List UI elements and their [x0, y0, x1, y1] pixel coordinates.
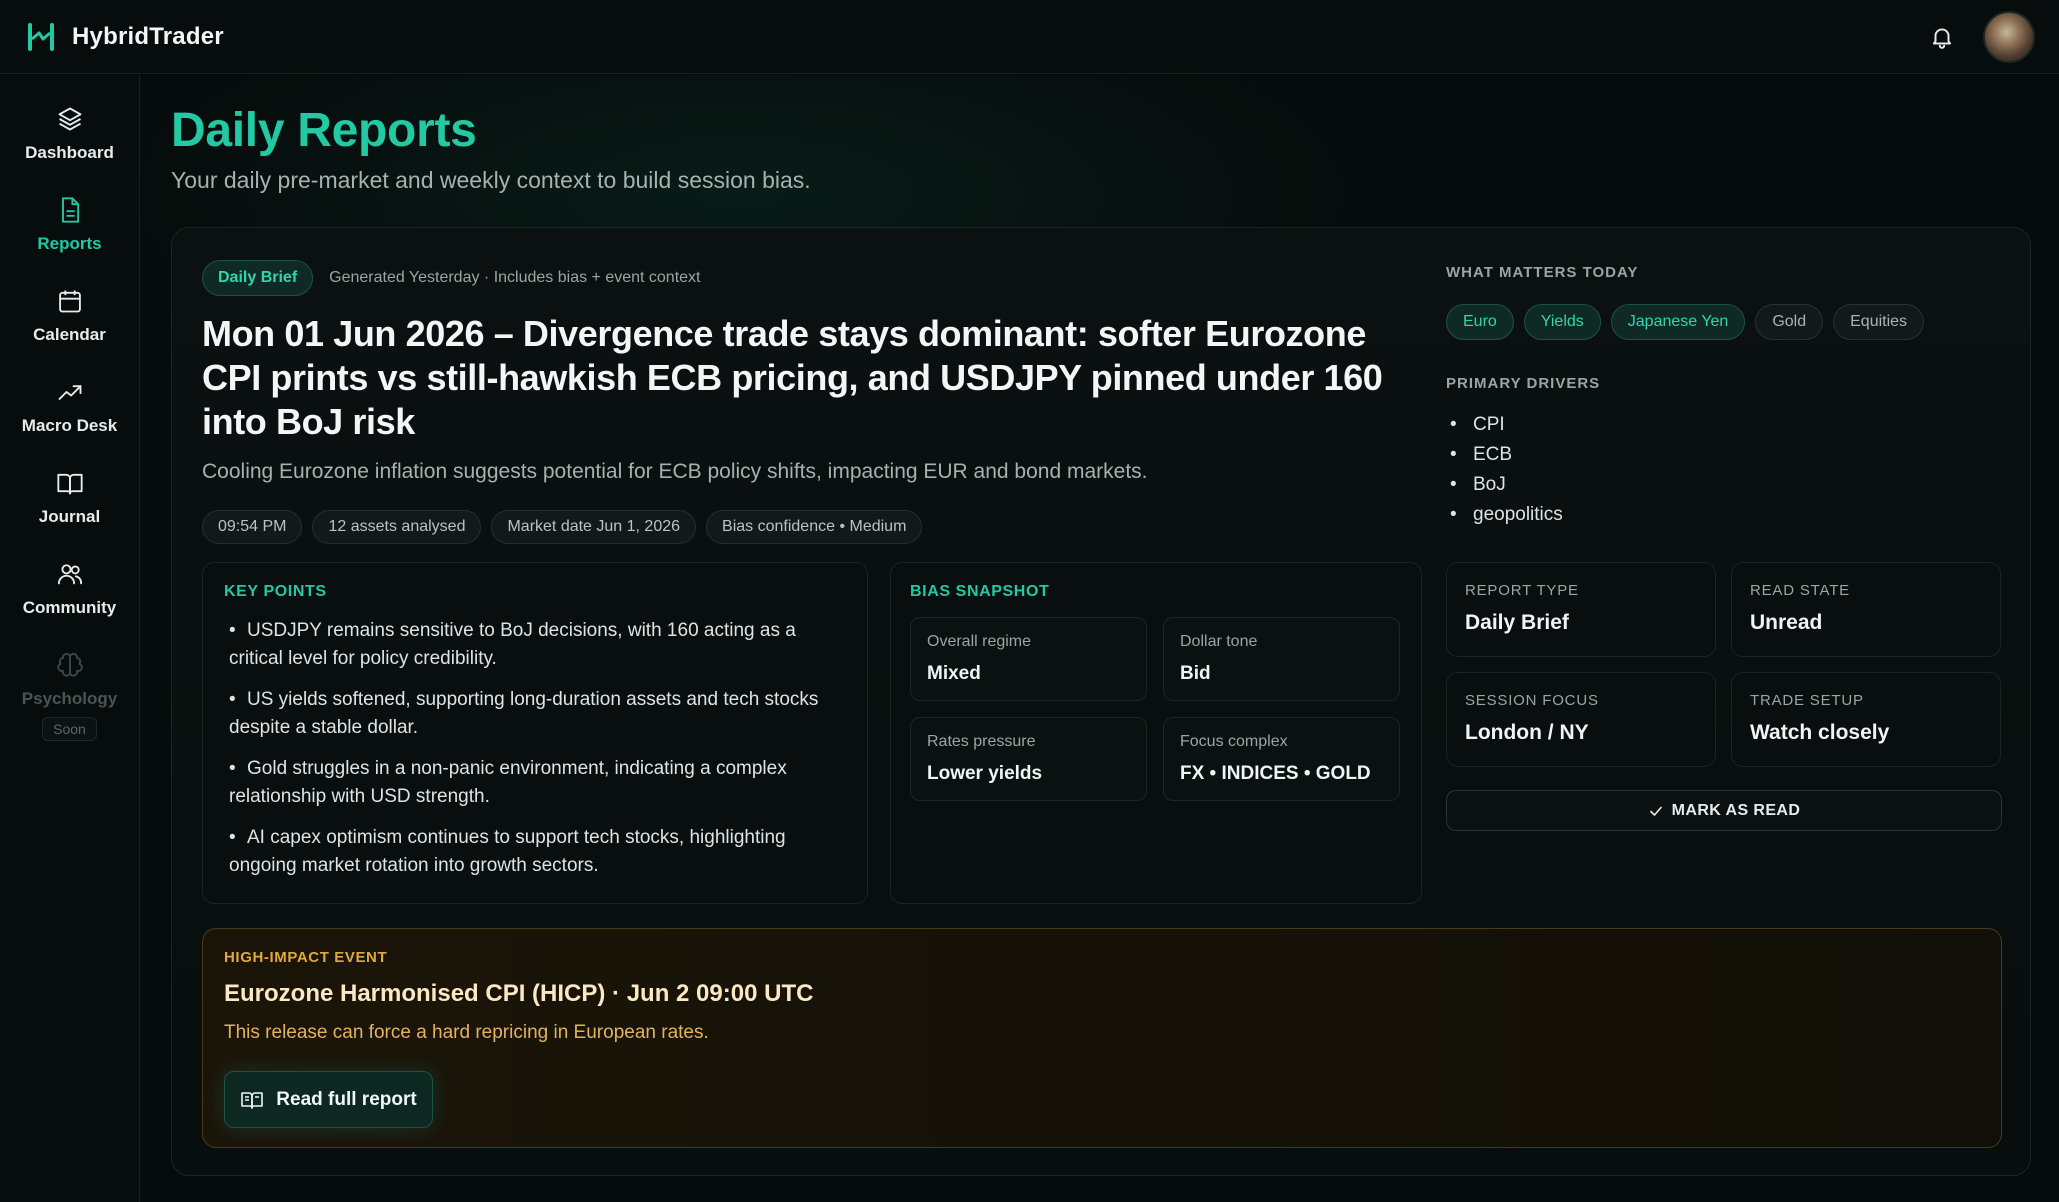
- tag-japanese-yen[interactable]: Japanese Yen: [1610, 304, 1746, 340]
- list-item: • USDJPY remains sensitive to BoJ decisio…: [229, 620, 796, 669]
- users-icon: [57, 564, 82, 585]
- meta-read-state: READ STATE Unread: [1731, 562, 2001, 657]
- sidebar-item-label: Macro Desk: [21, 416, 118, 435]
- sidebar-item-psychology: Psychology Soon: [0, 651, 140, 742]
- list-item: • CPI: [1450, 414, 1505, 435]
- sidebar-item-label: Community: [22, 598, 117, 617]
- event-description: This release can force a hard repricing …: [224, 1022, 709, 1043]
- meta-value: Unread: [1750, 611, 1823, 634]
- generated-info: Generated Yesterday · Includes bias + ev…: [329, 269, 701, 286]
- meta-label: REPORT TYPE: [1465, 582, 1579, 599]
- event-label: HIGH-IMPACT EVENT: [224, 949, 388, 966]
- book-open-icon: [241, 1091, 264, 1109]
- tag-yields[interactable]: Yields: [1523, 304, 1601, 340]
- trending-up-icon: [58, 385, 81, 400]
- tag-equities[interactable]: Equities: [1833, 304, 1925, 340]
- cell-label: Focus complex: [1180, 733, 1288, 750]
- list-item: • ECB: [1450, 444, 1513, 465]
- meta-value: London / NY: [1465, 721, 1589, 744]
- meta-report-type: REPORT TYPE Daily Brief: [1446, 562, 1716, 657]
- bias-snapshot-panel: BIAS SNAPSHOT Overall regime Mixed Dolla…: [890, 562, 1422, 904]
- event-title: Eurozone Harmonised CPI (HICP) · Jun 2 0…: [224, 980, 814, 1007]
- brain-icon: [56, 652, 83, 677]
- brand[interactable]: HybridTrader: [26, 22, 224, 52]
- sidebar-item-label: Psychology: [21, 689, 118, 708]
- sidebar-item-macro-desk[interactable]: Macro Desk: [0, 378, 140, 469]
- calendar-icon: [58, 290, 81, 313]
- bell-icon[interactable]: [1929, 24, 1955, 50]
- top-bar: HybridTrader: [0, 0, 2059, 74]
- meta-value: Watch closely: [1750, 721, 1890, 744]
- report-summary: Cooling Eurozone inflation suggests pote…: [202, 460, 1148, 483]
- sidebar-item-label: Calendar: [33, 325, 106, 344]
- sidebar-item-label: Dashboard: [25, 143, 114, 162]
- sidebar-item-reports[interactable]: Reports: [0, 196, 140, 287]
- sidebar-item-label: Reports: [37, 234, 102, 253]
- sidebar: Dashboard Reports Calendar Macro Desk Jo…: [0, 75, 140, 1202]
- cell-label: Dollar tone: [1180, 633, 1258, 650]
- market-date-chip: Market date Jun 1, 2026: [491, 510, 697, 544]
- tag-gold[interactable]: Gold: [1755, 304, 1824, 340]
- bias-cell-rates-pressure: Rates pressure Lower yields: [910, 717, 1147, 801]
- soon-badge: Soon: [42, 717, 97, 741]
- cell-value: Lower yields: [927, 763, 1043, 784]
- mark-as-read-button[interactable]: MARK AS READ: [1446, 790, 2002, 831]
- cell-label: Overall regime: [927, 633, 1032, 650]
- sidebar-item-dashboard[interactable]: Dashboard: [0, 105, 140, 196]
- high-impact-event-panel: HIGH-IMPACT EVENT Eurozone Harmonised CP…: [202, 928, 2002, 1148]
- primary-drivers-list: • CPI • ECB • BoJ • geopolitics: [1446, 410, 2002, 530]
- report-meta-grid: REPORT TYPE Daily Brief READ STATE Unrea…: [1446, 562, 2002, 767]
- list-item: • US yields softened, supporting long-dur…: [229, 689, 819, 738]
- tag-euro[interactable]: Euro: [1446, 304, 1514, 340]
- bias-cell-overall-regime: Overall regime Mixed: [910, 617, 1147, 701]
- sidebar-item-calendar[interactable]: Calendar: [0, 287, 140, 378]
- check-icon: [1649, 806, 1662, 816]
- primary-drivers-label: PRIMARY DRIVERS: [1446, 375, 1601, 392]
- bias-snapshot-label: BIAS SNAPSHOT: [910, 583, 1050, 600]
- asset-tags: Euro Yields Japanese Yen Gold Equities: [1446, 304, 2002, 340]
- meta-session-focus: SESSION FOCUS London / NY: [1446, 672, 1716, 767]
- mark-as-read-label: MARK AS READ: [1671, 801, 1801, 819]
- meta-trade-setup: TRADE SETUP Watch closely: [1731, 672, 2001, 767]
- cell-value: Mixed: [927, 663, 981, 684]
- daily-report-card: Daily Brief Generated Yesterday · Includ…: [171, 227, 2031, 1176]
- read-full-report-label: Read full report: [276, 1088, 417, 1110]
- what-matters-panel: WHAT MATTERS TODAY Euro Yields Japanese …: [1446, 264, 2002, 530]
- confidence-chip: Bias confidence • Medium: [706, 510, 923, 544]
- time-chip: 09:54 PM: [202, 510, 303, 544]
- logo-icon: [28, 22, 54, 51]
- assets-chip: 12 assets analysed: [312, 510, 482, 544]
- meta-value: Daily Brief: [1465, 611, 1569, 634]
- layers-icon: [58, 107, 81, 131]
- main-content: Daily Reports Your daily pre-market and …: [141, 75, 2059, 1202]
- meta-label: SESSION FOCUS: [1465, 692, 1599, 709]
- list-item: • geopolitics: [1450, 504, 1563, 525]
- cell-label: Rates pressure: [927, 733, 1036, 750]
- list-item: • BoJ: [1450, 474, 1506, 495]
- sidebar-item-journal[interactable]: Journal: [0, 469, 140, 560]
- bias-cell-focus-complex: Focus complex FX • INDICES • GOLD: [1163, 717, 1400, 801]
- report-type-pill: Daily Brief: [202, 260, 314, 296]
- page-subtitle: Your daily pre-market and weekly context…: [171, 167, 811, 193]
- list-item: • Gold struggles in a non-panic environme…: [229, 758, 787, 807]
- sidebar-item-label: Journal: [38, 507, 101, 526]
- bias-cell-dollar-tone: Dollar tone Bid: [1163, 617, 1400, 701]
- report-headline: Mon 01 Jun 2026 – Divergence trade stays…: [202, 313, 1383, 442]
- avatar[interactable]: [1983, 10, 2035, 63]
- cell-value: FX • INDICES • GOLD: [1180, 763, 1371, 784]
- report-meta-chips: 09:54 PM 12 assets analysed Market date …: [202, 510, 923, 544]
- key-points-panel: KEY POINTS • USDJPY remains sensitive to …: [202, 562, 868, 904]
- meta-label: READ STATE: [1750, 582, 1850, 599]
- key-points-label: KEY POINTS: [224, 583, 327, 600]
- brand-name: HybridTrader: [72, 22, 224, 50]
- page-title: Daily Reports: [171, 104, 477, 157]
- sidebar-item-community[interactable]: Community: [0, 560, 140, 651]
- what-matters-label: WHAT MATTERS TODAY: [1446, 264, 1639, 281]
- list-item: • AI capex optimism continues to support …: [229, 827, 786, 876]
- read-full-report-button[interactable]: Read full report: [224, 1071, 433, 1128]
- meta-label: TRADE SETUP: [1750, 692, 1864, 709]
- cell-value: Bid: [1180, 663, 1211, 684]
- document-icon: [61, 197, 79, 223]
- book-open-icon: [56, 473, 83, 495]
